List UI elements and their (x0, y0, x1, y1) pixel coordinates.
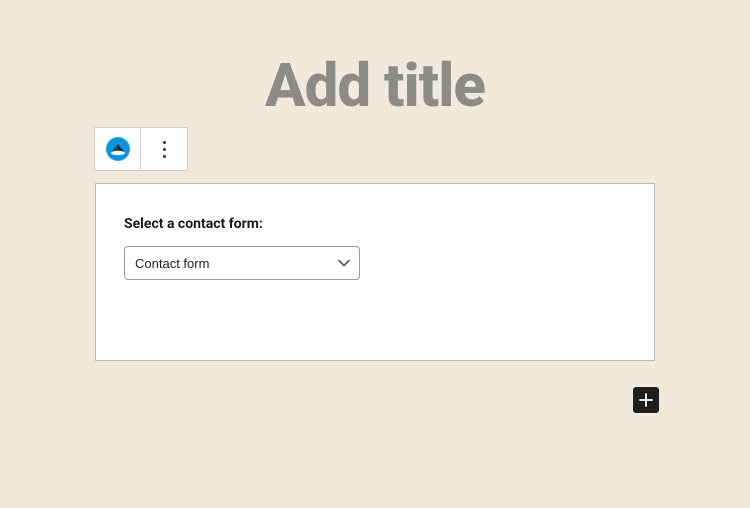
contact-form-block: Select a contact form: Contact form (95, 183, 655, 361)
more-options-button[interactable] (141, 128, 187, 170)
form-select-wrapper: Contact form (124, 246, 360, 280)
pirate-forms-icon (105, 136, 131, 162)
contact-form-select[interactable]: Contact form (124, 246, 360, 280)
editor-canvas: Add title Select a contact form: (0, 0, 750, 508)
block-type-button[interactable] (95, 128, 141, 170)
title-area: Add title (0, 50, 750, 121)
ellipsis-vertical-icon (163, 141, 166, 158)
plus-icon (638, 392, 654, 408)
form-select-label: Select a contact form: (124, 216, 626, 232)
post-title-input[interactable]: Add title (0, 50, 750, 121)
block-toolbar (94, 127, 188, 171)
add-block-button[interactable] (633, 387, 659, 413)
